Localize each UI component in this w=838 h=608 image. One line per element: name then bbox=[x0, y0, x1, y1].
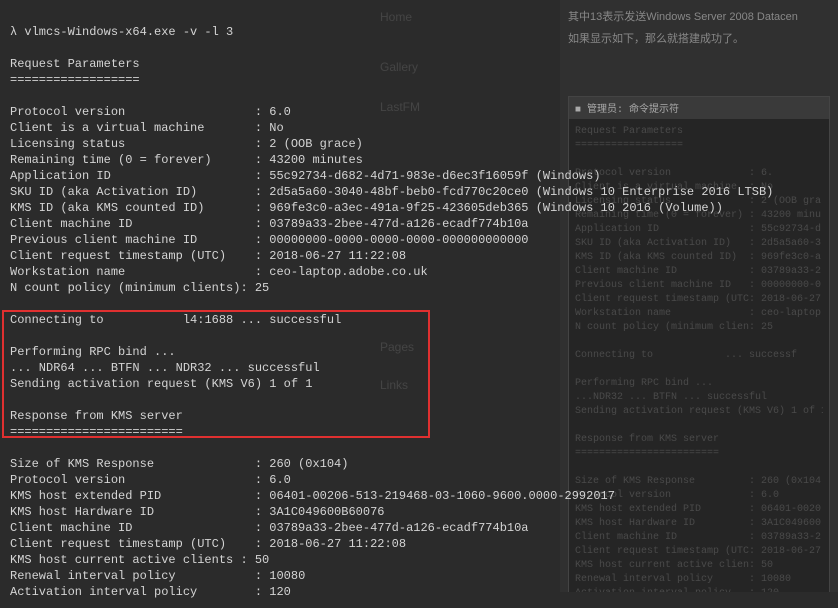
req-row: Protocol version : 6.0 bbox=[10, 105, 291, 119]
req-row: Licensing status : 2 (OOB grace) bbox=[10, 137, 363, 151]
resp-row: Activation interval policy : 120 bbox=[10, 585, 291, 599]
req-row: Workstation name : ceo-laptop.adobe.co.u… bbox=[10, 265, 428, 279]
response-header: Response from KMS server bbox=[10, 409, 183, 423]
resp-row: Size of KMS Response : 260 (0x104) bbox=[10, 457, 348, 471]
req-row: Previous client machine ID : 00000000-00… bbox=[10, 233, 529, 247]
request-params-underline: ================== bbox=[10, 73, 140, 87]
resp-row: KMS host extended PID : 06401-00206-513-… bbox=[10, 489, 615, 503]
terminal-output: λ vlmcs-Windows-x64.exe -v -l 3 Request … bbox=[0, 0, 838, 608]
req-row: Client machine ID : 03789a33-2bee-477d-a… bbox=[10, 217, 529, 231]
req-row: Remaining time (0 = forever) : 43200 min… bbox=[10, 153, 363, 167]
req-row: Application ID : 55c92734-d682-4d71-983e… bbox=[10, 169, 601, 183]
command-line: vlmcs-Windows-x64.exe -v -l 3 bbox=[24, 25, 233, 39]
req-row: N count policy (minimum clients): 25 bbox=[10, 281, 269, 295]
req-row: Client is a virtual machine : No bbox=[10, 121, 284, 135]
resp-row: Client machine ID : 03789a33-2bee-477d-a… bbox=[10, 521, 529, 535]
req-row: SKU ID (aka Activation ID) : 2d5a5a60-30… bbox=[10, 185, 773, 199]
resp-row: Renewal interval policy : 10080 bbox=[10, 569, 305, 583]
req-row: KMS ID (aka KMS counted ID) : 969fe3c0-a… bbox=[10, 201, 723, 215]
ndr-line: ... NDR64 ... BTFN ... NDR32 ... success… bbox=[10, 361, 320, 375]
response-underline: ======================== bbox=[10, 425, 183, 439]
resp-row: KMS host Hardware ID : 3A1C049600B60076 bbox=[10, 505, 384, 519]
rpc-bind-line: Performing RPC bind ... bbox=[10, 345, 176, 359]
request-params-header: Request Parameters bbox=[10, 57, 140, 71]
prompt-char: λ bbox=[10, 25, 17, 39]
resp-row: Client request timestamp (UTC) : 2018-06… bbox=[10, 537, 406, 551]
resp-row: KMS host current active clients : 50 bbox=[10, 553, 269, 567]
send-activation-line: Sending activation request (KMS V6) 1 of… bbox=[10, 377, 312, 391]
connecting-line: Connecting to l4:1688 ... successful bbox=[10, 313, 341, 327]
req-row: Client request timestamp (UTC) : 2018-06… bbox=[10, 249, 406, 263]
resp-row: Protocol version : 6.0 bbox=[10, 473, 291, 487]
